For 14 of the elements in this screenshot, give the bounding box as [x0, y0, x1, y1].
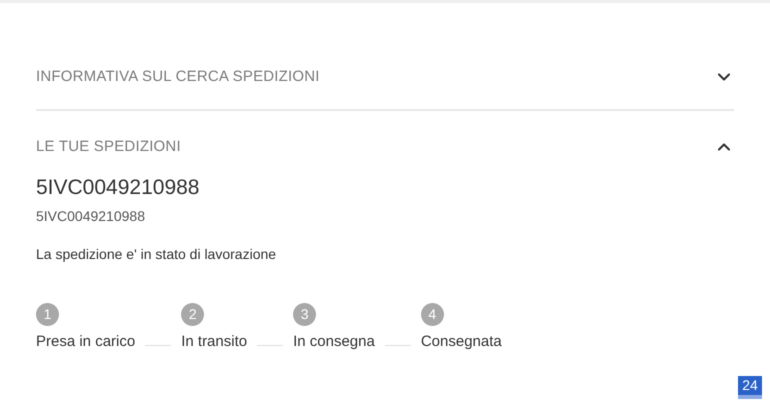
step-label: In transito: [181, 332, 248, 352]
step-number: 3: [293, 303, 316, 326]
step-label: In consegna: [293, 332, 375, 352]
step-number: 4: [420, 303, 444, 326]
accordion-header[interactable]: LE TUE SPEDIZIONI: [36, 130, 734, 164]
shipment-reference: 5IVC0049210988: [36, 207, 146, 226]
step-number: 2: [181, 303, 204, 326]
step-label: Consegnata: [420, 332, 502, 352]
step-number: 1: [36, 303, 59, 326]
step-label: Presa in carico: [36, 332, 136, 352]
page-badge[interactable]: 24: [738, 376, 762, 399]
shipment-code: 5IVC0049210988: [36, 175, 200, 201]
status-text: La spedizione e' in stato di lavorazione: [36, 245, 278, 264]
accordion-header[interactable]: INFORMATIVA SUL CERCA SPEDIZIONI: [36, 60, 734, 94]
